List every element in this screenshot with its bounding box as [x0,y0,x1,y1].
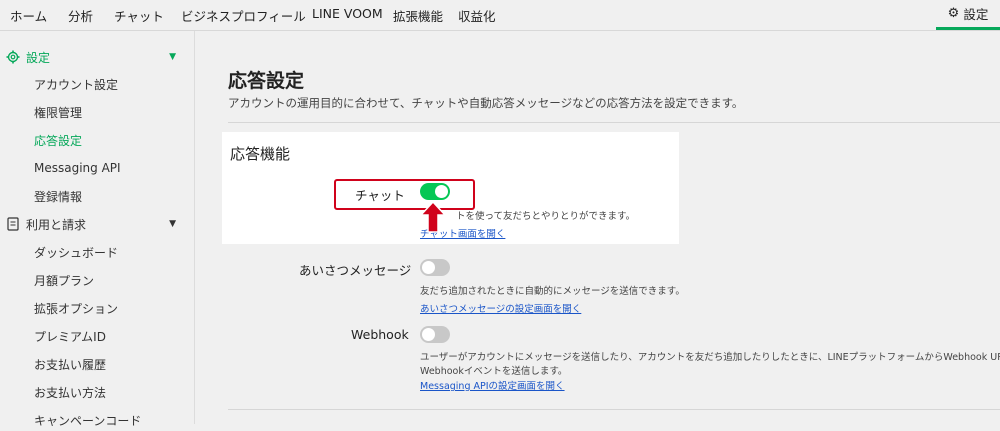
nav-home[interactable]: ホーム [10,6,47,25]
nav-settings-tab[interactable]: ⚙ 設定 [936,0,1000,30]
section-title: 応答機能 [230,145,291,163]
webhook-description-line1: ユーザーがアカウントにメッセージを送信したり、アカウントを友だち追加したりしたと… [420,352,1000,363]
gear-icon [6,50,20,64]
divider [228,409,1000,410]
sidebar-group-settings[interactable]: 設定 ▼ [0,46,194,68]
caret-down-icon: ▼ [169,52,176,62]
sidebar-group-label: 利用と請求 [26,217,87,232]
nav-analytics[interactable]: 分析 [68,6,93,25]
webhook-toggle[interactable] [420,326,450,343]
sidebar-item-dashboard[interactable]: ダッシュボード [0,241,194,263]
annotation-frame [334,179,475,210]
sidebar-item-account-settings[interactable]: アカウント設定 [0,73,194,95]
sidebar-item-extension-options[interactable]: 拡張オプション [0,297,194,319]
sidebar-group-billing[interactable]: 利用と請求 ▼ [0,213,194,235]
nav-chat[interactable]: チャット [114,6,164,25]
greeting-settings-link[interactable]: あいさつメッセージの設定画面を開く [420,301,581,315]
greeting-label: あいさつメッセージ [299,263,412,278]
chat-description: トを使って友だちとやりとりができます。 [456,211,636,222]
sidebar-item-payment-history[interactable]: お支払い履歴 [0,353,194,375]
page-title: 応答設定 [228,70,305,92]
messaging-api-settings-link[interactable]: Messaging APIの設定画面を開く [420,378,565,392]
sidebar-item-messaging-api[interactable]: Messaging API [0,157,194,179]
greeting-description: 友だち追加されたときに自動的にメッセージを送信できます。 [420,286,685,297]
divider [228,122,1000,123]
caret-down-icon: ▼ [169,219,176,229]
nav-extensions[interactable]: 拡張機能 [393,6,443,25]
top-navigation: ホーム 分析 チャット ビジネスプロフィール LINE VOOM 拡張機能 収益… [0,0,1000,31]
sidebar-group-label: 設定 [26,50,51,65]
nav-monetization[interactable]: 収益化 [458,6,496,25]
page-description: アカウントの運用目的に合わせて、チャットや自動応答メッセージなどの応答方法を設定… [228,96,744,110]
sidebar: 設定 ▼ アカウント設定 権限管理 応答設定 Messaging API 登録情… [0,31,195,428]
sidebar-item-registration-info[interactable]: 登録情報 [0,185,194,207]
toggle-knob [422,328,435,341]
sidebar-item-monthly-plan[interactable]: 月額プラン [0,269,194,291]
sidebar-item-premium-id[interactable]: プレミアムID [0,325,194,347]
nav-settings-label: 設定 [963,7,989,22]
greeting-toggle[interactable] [420,259,450,276]
document-icon [6,217,20,231]
arrow-up-icon [420,201,446,233]
toggle-knob [422,261,435,274]
main-content: 応答設定 アカウントの運用目的に合わせて、チャットや自動応答メッセージなどの応答… [195,31,1000,424]
sidebar-item-response-settings[interactable]: 応答設定 [0,129,194,151]
webhook-description-line2: Webhookイベントを送信します。 [420,366,568,377]
nav-line-voom[interactable]: LINE VOOM [312,6,383,21]
sidebar-item-campaign-code[interactable]: キャンペーンコード [0,409,194,431]
webhook-label: Webhook [351,327,409,342]
sidebar-item-permissions[interactable]: 権限管理 [0,101,194,123]
sidebar-item-payment-method[interactable]: お支払い方法 [0,381,194,403]
gear-icon: ⚙ [947,6,960,21]
nav-business-profile[interactable]: ビジネスプロフィール [181,6,306,25]
